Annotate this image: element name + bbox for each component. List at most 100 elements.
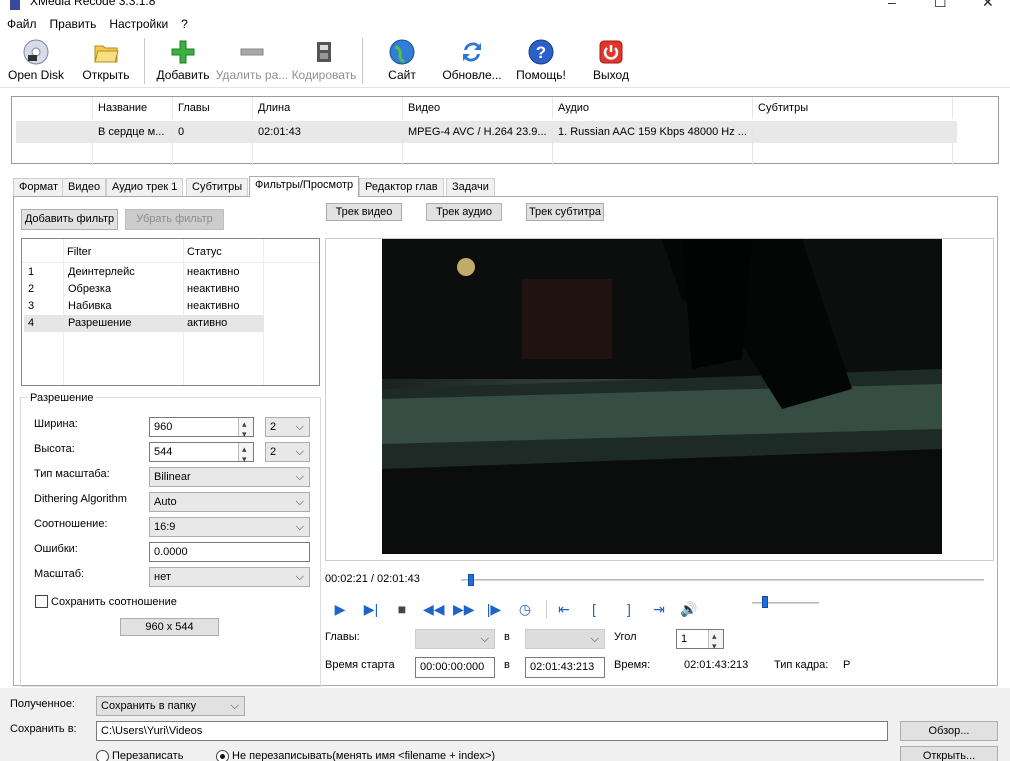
seek-bar[interactable] xyxy=(461,579,984,581)
site-button[interactable]: Сайт xyxy=(384,38,420,86)
width-field[interactable]: 960 xyxy=(149,415,254,443)
header-cell xyxy=(12,97,93,119)
end-time-field[interactable]: 02:01:43:213 xyxy=(525,657,605,678)
volume-thumb[interactable] xyxy=(762,596,769,608)
size-button[interactable]: 960 x 544 xyxy=(120,618,219,636)
width-label: Ширина: xyxy=(34,418,78,430)
remove-button[interactable]: Удалить ра... xyxy=(215,38,289,86)
header-audio[interactable]: Аудио xyxy=(553,97,753,119)
tab-chapter-editor[interactable]: Редактор глав xyxy=(359,178,444,196)
update-button[interactable]: Обновле... xyxy=(440,38,504,86)
header-filter[interactable]: Filter xyxy=(67,246,91,258)
list-item[interactable]: 2 Обрезка неактивно xyxy=(22,281,319,298)
errors-field[interactable]: 0.0000 xyxy=(149,542,310,562)
tab-format[interactable]: Формат xyxy=(13,178,65,196)
menu-settings[interactable]: Настройки xyxy=(102,15,174,31)
add-filter-button[interactable]: Добавить фильтр xyxy=(21,209,118,230)
close-icon[interactable]: ✕ xyxy=(982,0,994,11)
menu-file[interactable]: Файл xyxy=(0,15,43,31)
chapter-end-select[interactable]: ⌵ xyxy=(525,629,605,649)
subtitle-track-button[interactable]: Трек субтитра xyxy=(526,203,604,221)
chevron-down-icon: ⌵ xyxy=(295,571,304,583)
tab-tasks[interactable]: Задачи xyxy=(446,178,495,196)
file-list-table[interactable]: Название Главы Длина Видео Аудио Субтитр… xyxy=(11,96,999,165)
angle-field[interactable]: 1 xyxy=(676,627,724,655)
angle-stepper[interactable] xyxy=(708,627,723,655)
keep-ratio-checkbox[interactable] xyxy=(35,595,48,608)
browse-button[interactable]: Обзор... xyxy=(900,721,998,741)
scale-type-select[interactable]: Bilinear ⌵ xyxy=(149,467,310,487)
open-folder-button[interactable]: Открыть... xyxy=(900,746,998,761)
skip-end-icon[interactable]: |▶ xyxy=(485,600,503,618)
svg-text:?: ? xyxy=(536,43,546,62)
exit-button[interactable]: Выход xyxy=(592,38,630,86)
filter-list[interactable]: Filter Статус 1 Деинтерлейс неактивно 2 … xyxy=(21,238,320,386)
chevron-down-icon: ⌵ xyxy=(230,700,239,712)
dithering-select[interactable]: Auto ⌵ xyxy=(149,492,310,512)
tab-subtitles[interactable]: Субтитры xyxy=(186,178,249,196)
frame-type-label: Тип кадра: xyxy=(774,659,829,671)
width-stepper[interactable] xyxy=(238,415,253,443)
chapters-label: Главы: xyxy=(325,631,360,643)
question-icon: ? xyxy=(528,39,554,65)
height-stepper[interactable] xyxy=(238,440,253,468)
menu-help[interactable]: ? xyxy=(174,15,194,31)
volume-icon[interactable]: 🔊 xyxy=(680,600,698,618)
bracket-left-icon[interactable]: [ xyxy=(585,600,603,618)
height-multiple-select[interactable]: 2 ⌵ xyxy=(265,442,310,462)
list-item[interactable]: 4 Разрешение активно xyxy=(24,315,264,332)
tab-video[interactable]: Видео xyxy=(62,178,107,196)
open-button[interactable]: Открыть xyxy=(80,38,132,86)
mark-start-icon[interactable]: ⇤ xyxy=(555,600,573,618)
maximize-icon[interactable]: ☐ xyxy=(934,0,947,11)
play-icon[interactable]: ▶ xyxy=(331,600,349,618)
open-disk-button[interactable]: Open Disk xyxy=(7,38,65,86)
bracket-right-icon[interactable]: ] xyxy=(620,600,638,618)
overwrite-label[interactable]: Перезаписать xyxy=(112,750,183,761)
scale-select[interactable]: нет ⌵ xyxy=(149,567,310,587)
no-overwrite-label[interactable]: Не перезаписывать(менять имя <filename +… xyxy=(232,750,495,761)
stop-icon[interactable]: ■ xyxy=(393,600,411,618)
audio-track-button[interactable]: Трек аудио xyxy=(426,203,502,221)
dithering-label: Dithering Algorithm xyxy=(34,493,127,505)
minimize-icon[interactable]: – xyxy=(888,0,896,10)
header-subtitles[interactable]: Субтитры xyxy=(753,97,953,119)
next-frame-icon[interactable]: ▶| xyxy=(362,600,380,618)
header-video[interactable]: Видео xyxy=(403,97,553,119)
ratio-select[interactable]: 16:9 ⌵ xyxy=(149,517,310,537)
frame-type-value: P xyxy=(843,659,851,671)
header-chapters[interactable]: Главы xyxy=(173,97,253,119)
tab-filters-preview[interactable]: Фильтры/Просмотр xyxy=(249,176,360,197)
output-path-field[interactable]: C:\Users\Yuri\Videos xyxy=(96,721,888,741)
received-label: Полученное: xyxy=(10,698,75,710)
clock-icon[interactable]: ◷ xyxy=(516,600,534,618)
remove-filter-button[interactable]: Убрать фильтр xyxy=(125,209,224,230)
video-track-button[interactable]: Трек видео xyxy=(326,203,402,221)
encode-button[interactable]: Кодировать xyxy=(290,38,358,86)
mark-end-icon[interactable]: ⇥ xyxy=(650,600,668,618)
height-mult-value: 2 xyxy=(270,446,277,458)
seek-thumb[interactable] xyxy=(467,574,474,586)
output-mode-select[interactable]: Сохранить в папку ⌵ xyxy=(96,696,245,716)
filter-status: неактивно xyxy=(187,300,240,312)
header-length[interactable]: Длина xyxy=(253,97,403,119)
add-button[interactable]: Добавить xyxy=(155,38,211,86)
tab-audio-track[interactable]: Аудио трек 1 xyxy=(106,178,184,196)
no-overwrite-radio[interactable] xyxy=(216,750,229,761)
angle-label: Угол xyxy=(614,631,637,643)
list-item[interactable]: 3 Набивка неактивно xyxy=(22,298,319,315)
height-field[interactable]: 544 xyxy=(149,440,254,468)
width-multiple-select[interactable]: 2 ⌵ xyxy=(265,417,310,437)
fast-forward-icon[interactable]: ▶▶ xyxy=(453,600,475,618)
header-status[interactable]: Статус xyxy=(187,246,222,258)
chapter-start-select[interactable]: ⌵ xyxy=(415,629,495,649)
overwrite-radio[interactable] xyxy=(96,750,109,761)
rewind-icon[interactable]: ◀◀ xyxy=(423,600,445,618)
table-row[interactable]: В сердце м... 0 02:01:43 MPEG-4 AVC / H.… xyxy=(16,121,957,143)
list-item[interactable]: 1 Деинтерлейс неактивно xyxy=(22,264,319,281)
start-time-field[interactable]: 00:00:00:000 xyxy=(415,657,495,678)
keep-ratio-label[interactable]: Сохранить соотношение xyxy=(51,596,177,608)
header-title[interactable]: Название xyxy=(93,97,173,119)
menu-edit[interactable]: Править xyxy=(43,15,103,31)
help-button[interactable]: ? Помощь! xyxy=(513,38,569,86)
